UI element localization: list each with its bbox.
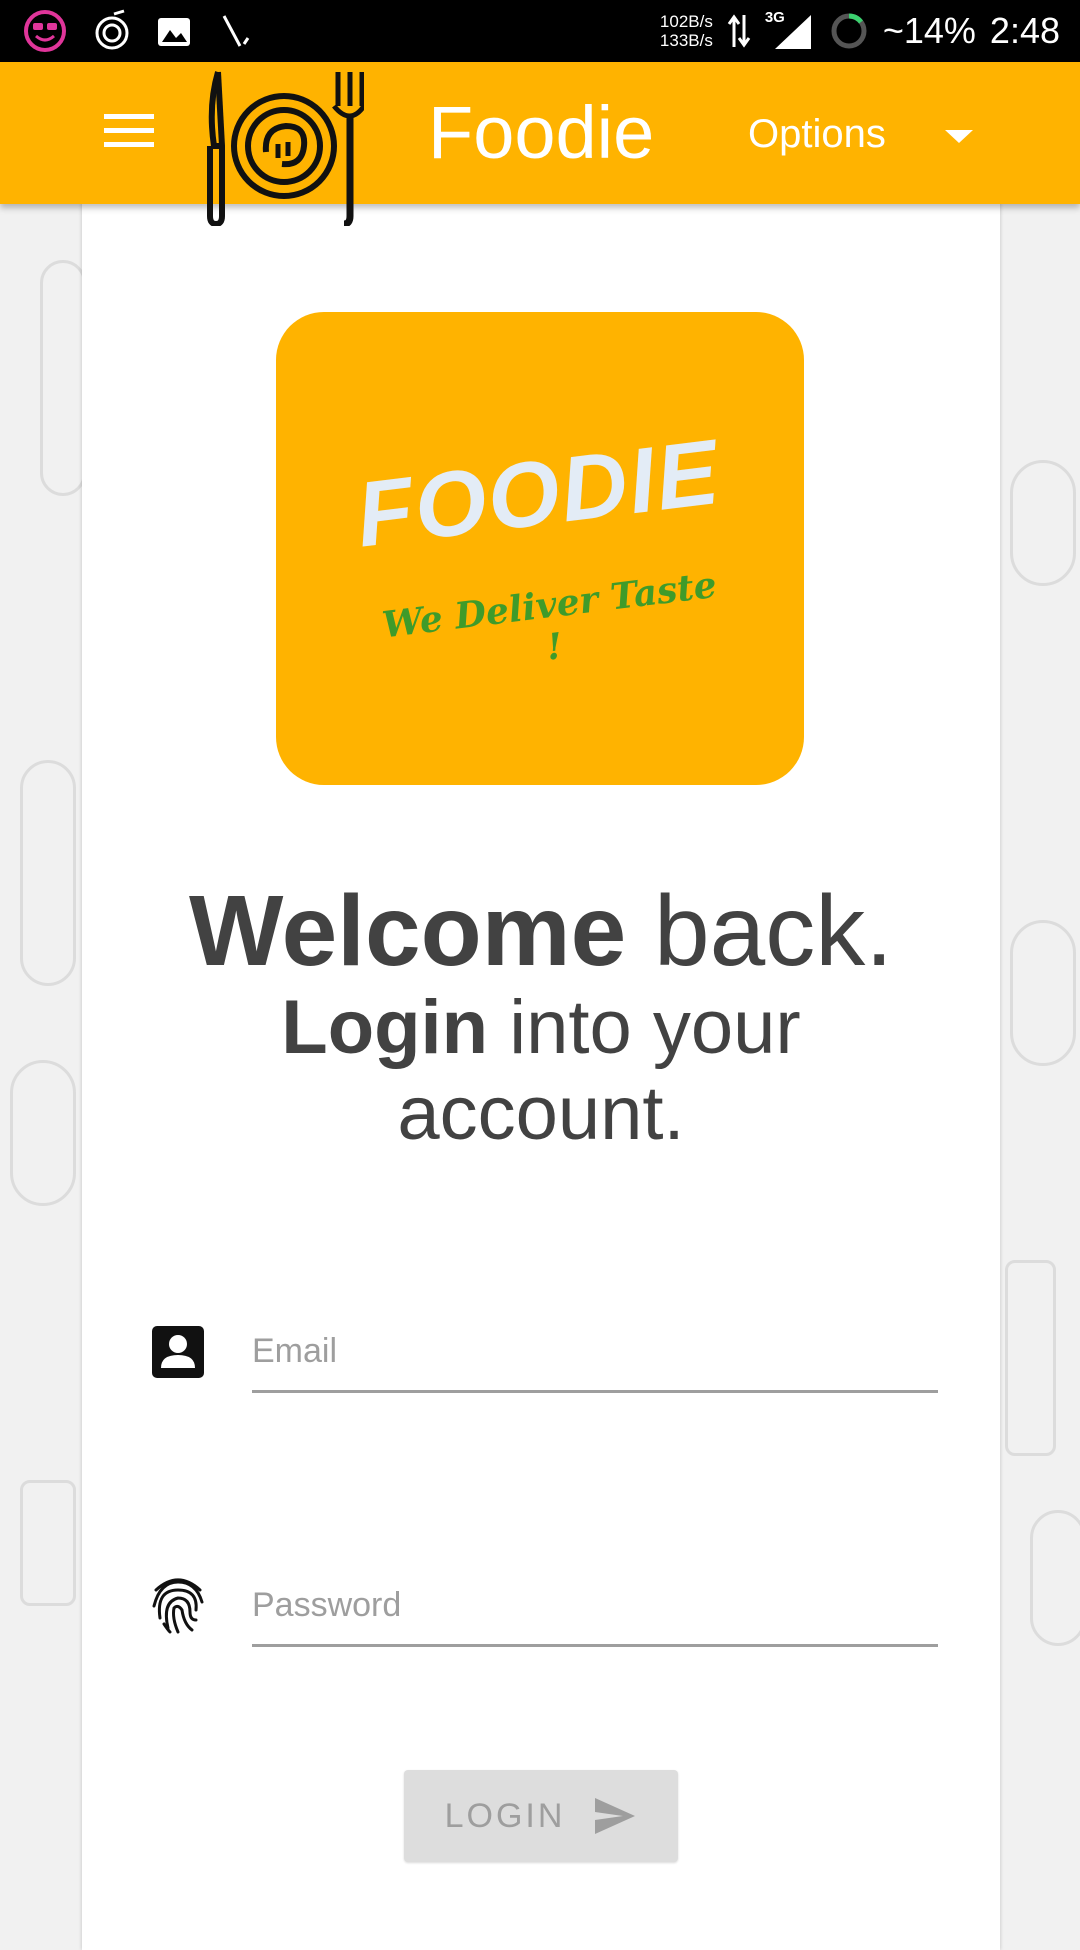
brand-logo: FOODIE We Deliver Taste ! — [276, 312, 804, 785]
password-field[interactable] — [252, 1566, 938, 1647]
clock: 2:48 — [989, 10, 1060, 51]
net-down-speed: 133B/s — [659, 31, 713, 50]
welcome-bold: Welcome — [188, 875, 627, 987]
brand-name: FOODIE — [351, 420, 726, 567]
login-subtitle: Login into your account. — [82, 985, 1000, 1157]
welcome-rest: back. — [626, 875, 893, 987]
background-doodle — [20, 1480, 76, 1606]
pen-icon — [222, 15, 250, 47]
dropdown-caret-icon[interactable] — [945, 130, 973, 143]
net-up-speed: 102B/s — [659, 12, 713, 31]
background-doodle — [1010, 460, 1076, 586]
plate-cutlery-logo-icon — [207, 71, 364, 226]
hamburger-menu-icon[interactable] — [104, 114, 154, 154]
app-title: Foodie — [428, 91, 655, 174]
subtitle-line2: account. — [397, 1071, 685, 1156]
gallery-icon — [158, 18, 190, 46]
background-doodle — [1030, 1510, 1080, 1646]
app-bar: Foodie Options — [0, 62, 1080, 226]
data-transfer-icon — [727, 14, 751, 48]
battery-percentage: ~14% — [882, 10, 976, 51]
login-button[interactable]: LOGIN — [404, 1770, 678, 1862]
background-doodle — [40, 260, 86, 496]
send-icon — [595, 1798, 636, 1834]
battery-ring-icon — [831, 13, 867, 49]
background-doodle — [10, 1060, 76, 1206]
login-card: FOODIE We Deliver Taste ! Welcome back. … — [82, 190, 1000, 1950]
network-speed: 102B/s 133B/s — [660, 12, 713, 50]
login-button-label: LOGIN — [444, 1796, 566, 1835]
subtitle-rest: into your — [488, 985, 801, 1070]
background-doodle — [1010, 920, 1076, 1066]
fingerprint-icon — [152, 1578, 204, 1634]
signal-icon — [774, 15, 811, 49]
welcome-heading: Welcome back. — [82, 874, 1000, 989]
email-field[interactable] — [252, 1312, 938, 1393]
background-doodle — [20, 760, 76, 986]
subtitle-bold: Login — [281, 985, 489, 1070]
status-bar: 102B/s 133B/s 3G ~14% 2:48 — [0, 0, 1080, 62]
music-app-icon — [95, 9, 129, 50]
emoji-app-icon — [24, 10, 66, 52]
background-doodle — [1005, 1260, 1056, 1456]
brand-tagline: We Deliver Taste ! — [380, 563, 719, 669]
signal-indicator: 3G — [765, 9, 815, 53]
account-box-icon — [152, 1326, 204, 1378]
options-dropdown[interactable]: Options — [748, 112, 886, 157]
